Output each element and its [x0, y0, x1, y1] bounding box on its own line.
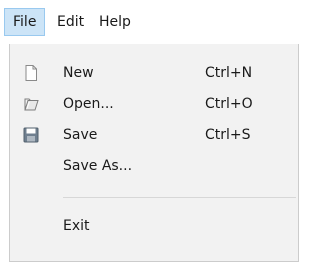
menu-item-label: Save As...	[63, 158, 133, 174]
shortcut-label: Ctrl+O	[205, 96, 253, 112]
floppy-disk-icon	[22, 126, 40, 144]
menu-item-open[interactable]: Open... Ctrl+O	[10, 89, 298, 119]
menu-item-save-as[interactable]: Save As...	[10, 151, 298, 181]
menu-item-exit[interactable]: Exit	[10, 211, 298, 241]
menu-file[interactable]: File	[4, 8, 46, 36]
menu-item-label: Exit	[63, 218, 90, 234]
menu-item-label: New	[63, 65, 94, 81]
menu-help[interactable]: Help	[91, 8, 139, 36]
shortcut-label: Ctrl+N	[205, 65, 253, 81]
file-menu-dropdown: New Ctrl+N Open... Ctrl+O Save Ctrl+S Sa…	[9, 44, 299, 262]
shortcut-label: Ctrl+S	[205, 127, 251, 143]
menu-item-save[interactable]: Save Ctrl+S	[10, 120, 298, 150]
menu-item-label: Open...	[63, 96, 114, 112]
menu-item-label: Save	[63, 127, 98, 143]
open-folder-icon	[22, 95, 40, 113]
menu-item-new[interactable]: New Ctrl+N	[10, 58, 298, 88]
menu-edit[interactable]: Edit	[49, 8, 92, 36]
menu-separator	[63, 197, 296, 198]
new-document-icon	[22, 64, 40, 82]
menu-bar: File Edit Help	[0, 0, 301, 44]
application-window: File Edit Help New Ctrl+N Open... Ctrl+O…	[0, 0, 301, 264]
